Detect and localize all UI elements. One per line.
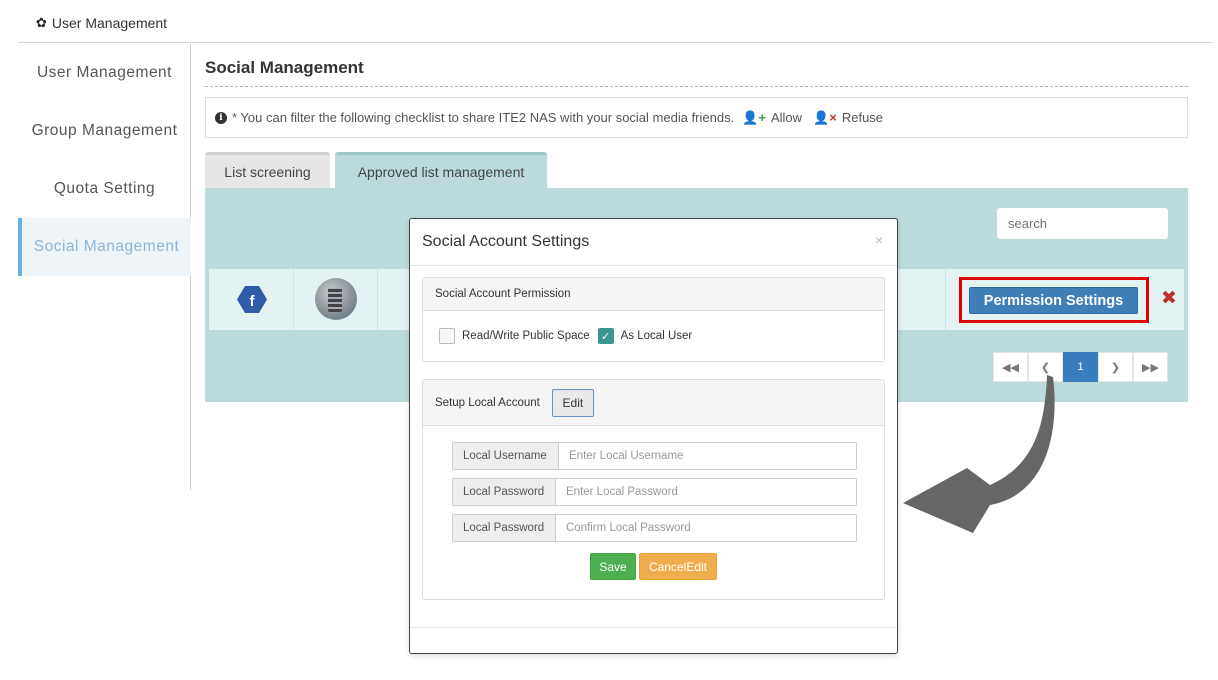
local-account-panel: Setup Local Account Edit Local Username … bbox=[422, 379, 885, 600]
sidebar-item-label: Group Management bbox=[31, 122, 178, 139]
avatar-image-detail bbox=[328, 288, 342, 312]
avatar bbox=[315, 278, 357, 320]
facebook-icon: f bbox=[237, 286, 267, 313]
highlight-box: Permission Settings bbox=[959, 277, 1149, 323]
local-password-label: Local Password bbox=[453, 479, 556, 505]
save-button[interactable]: Save bbox=[590, 553, 636, 580]
local-account-panel-heading: Setup Local Account Edit bbox=[423, 380, 884, 426]
local-password-input[interactable] bbox=[556, 479, 856, 505]
info-notice: i * You can filter the following checkli… bbox=[205, 97, 1188, 138]
sidebar-item-user-management[interactable]: User Management bbox=[18, 44, 191, 102]
user-add-icon: 👤+ bbox=[742, 109, 766, 125]
local-account-heading-text: Setup Local Account bbox=[435, 396, 540, 409]
user-remove-icon: 👤× bbox=[813, 109, 837, 125]
permission-panel-heading: Social Account Permission bbox=[423, 278, 884, 311]
notice-text: * You can filter the following checklist… bbox=[232, 110, 735, 125]
permission-panel: Social Account Permission Read/Write Pub… bbox=[422, 277, 885, 362]
app-title: ✿ User Management bbox=[36, 15, 167, 31]
tab-approved-list-management[interactable]: Approved list management bbox=[335, 152, 547, 188]
allow-label: Allow bbox=[770, 110, 803, 125]
cell-divider bbox=[945, 269, 946, 330]
local-username-group: Local Username bbox=[452, 442, 857, 470]
page-1-button[interactable]: 1 bbox=[1063, 352, 1098, 382]
tab-list-screening[interactable]: List screening bbox=[205, 152, 330, 188]
local-username-input[interactable] bbox=[559, 443, 856, 469]
cell-divider bbox=[377, 269, 378, 330]
permission-options: Read/Write Public Space ✓ As Local User bbox=[423, 311, 884, 344]
local-username-label: Local Username bbox=[453, 443, 559, 469]
confirm-password-label: Local Password bbox=[453, 515, 556, 541]
sidebar-item-label: Quota Setting bbox=[53, 180, 156, 197]
sidebar-item-label: User Management bbox=[36, 64, 172, 81]
social-account-settings-modal: Social Account Settings × Social Account… bbox=[409, 218, 898, 654]
modal-header-divider bbox=[410, 265, 897, 266]
form-actions: Save CancelEdit bbox=[423, 553, 884, 580]
sidebar-item-label: Social Management bbox=[33, 238, 180, 255]
confirm-password-input[interactable] bbox=[556, 515, 856, 541]
page-title: Social Management bbox=[205, 58, 364, 77]
as-local-user-checkbox[interactable]: ✓ bbox=[597, 328, 614, 344]
refuse-label: Refuse bbox=[841, 110, 884, 125]
edit-button[interactable]: Edit bbox=[551, 388, 594, 417]
modal-footer-divider bbox=[410, 627, 897, 628]
curved-arrow-annotation bbox=[903, 375, 1055, 533]
gear-icon: ✿ bbox=[36, 15, 47, 30]
app-title-text: User Management bbox=[51, 15, 168, 31]
cancel-edit-button[interactable]: CancelEdit bbox=[639, 553, 717, 580]
sidebar: User Management Group Management Quota S… bbox=[18, 44, 191, 490]
permission-settings-button[interactable]: Permission Settings bbox=[969, 287, 1138, 314]
title-divider bbox=[205, 86, 1188, 87]
local-password-group: Local Password bbox=[452, 478, 857, 506]
info-icon: i bbox=[215, 111, 227, 124]
sidebar-item-quota-setting[interactable]: Quota Setting bbox=[18, 160, 191, 218]
top-bar: ✿ User Management bbox=[18, 0, 1213, 43]
sidebar-item-group-management[interactable]: Group Management bbox=[18, 102, 191, 160]
delete-icon[interactable]: ✖ bbox=[1161, 287, 1177, 310]
sidebar-item-social-management[interactable]: Social Management bbox=[18, 218, 191, 276]
close-icon[interactable]: × bbox=[875, 232, 883, 248]
cell-divider bbox=[293, 269, 294, 330]
search-input[interactable] bbox=[997, 208, 1168, 239]
modal-title: Social Account Settings bbox=[422, 233, 590, 250]
last-page-button[interactable]: ▶▶ bbox=[1133, 352, 1168, 382]
read-write-public-space-checkbox[interactable] bbox=[439, 328, 455, 344]
as-local-user-label: As Local User bbox=[620, 330, 693, 342]
confirm-password-group: Local Password bbox=[452, 514, 857, 542]
next-page-button[interactable]: ❯ bbox=[1098, 352, 1133, 382]
read-write-public-space-label: Read/Write Public Space bbox=[462, 330, 590, 342]
